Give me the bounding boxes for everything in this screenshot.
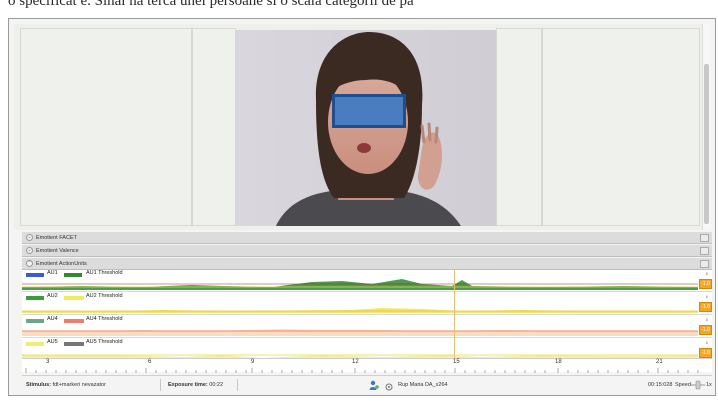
ruler-tick-label: 6 — [148, 359, 152, 365]
au1-value-badge[interactable]: -1.0 — [699, 279, 712, 289]
section-emotient-actionunits[interactable]: ⌃ Emotient ActionUnits — [22, 257, 712, 270]
ruler-tick-label: 12 — [352, 359, 359, 365]
action-unit-tracks: AU1 AU1 Threshold 6 -1.0 AU2 AU2 Thresho… — [22, 270, 712, 362]
caption-strip: o specificat e. Sinal na tercă unei pers… — [0, 0, 718, 20]
stimulus-info: Stimulus: fdt+markeri nevazator — [26, 376, 106, 394]
track-au2[interactable]: AU2 AU2 Threshold 6 -1.0 — [22, 293, 712, 315]
respondent-video-image — [236, 30, 496, 226]
section-label: Emotient FACET — [36, 235, 77, 241]
au2-value-badge[interactable]: -1.0 — [699, 302, 712, 312]
video-panel-left — [20, 28, 192, 226]
au4-signal — [22, 329, 698, 336]
stimulus-value: fdt+markeri nevazator — [52, 382, 106, 388]
video-scrollbar[interactable] — [702, 24, 710, 230]
speed-label: Speed — [675, 382, 691, 388]
au4-value-badge[interactable]: -1.0 — [699, 325, 712, 335]
speed-slider[interactable] — [691, 376, 705, 394]
au1-top-value: 6 — [705, 271, 708, 276]
ruler-tick-label: 18 — [555, 359, 562, 365]
speed-value: 1x — [706, 382, 712, 388]
settings-icon[interactable] — [385, 381, 393, 391]
au1-signal — [22, 279, 698, 290]
exposure-value: 00:22 — [209, 382, 224, 388]
ruler-tick-label: 21 — [656, 359, 663, 365]
track-au4[interactable]: AU4 AU4 Threshold 6 -1.0 — [22, 316, 712, 338]
track-au1[interactable]: AU1 AU1 Threshold 6 -1.0 — [22, 270, 712, 292]
section-emotient-valence[interactable]: ⌄ Emotient Valence — [22, 244, 712, 257]
exposure-label: Exposure time: — [168, 382, 208, 388]
section-headers: ⌄ Emotient FACET ⌄ Emotient Valence ⌃ Emoti… — [22, 231, 712, 270]
chevron-down-icon[interactable]: ⌄ — [26, 247, 33, 255]
au2-signal — [22, 308, 698, 313]
respondent-icon — [369, 380, 379, 390]
au5-top-value: 6 — [705, 340, 708, 345]
divider — [237, 379, 238, 391]
au2-top-value: 6 — [705, 294, 708, 299]
video-panel-left-inner — [192, 28, 236, 226]
ruler-tick-label: 9 — [251, 359, 255, 365]
playhead-line[interactable] — [454, 270, 455, 362]
section-toggle-box[interactable] — [700, 260, 709, 268]
au4-top-value: 6 — [705, 317, 708, 322]
caption-text: o specificat e. Sinal na tercă unei pers… — [8, 0, 414, 9]
chevron-up-icon[interactable]: ⌃ — [26, 260, 33, 268]
video-panel-right — [542, 28, 700, 226]
time-ruler[interactable]: 3 6 9 12 15 18 21 — [22, 358, 712, 373]
divider — [160, 379, 161, 391]
stimulus-label: Stimulus: — [26, 382, 52, 388]
section-label: Emotient Valence — [36, 248, 79, 254]
video-frame[interactable] — [236, 30, 496, 226]
playback-time: 00:15:028 — [648, 382, 673, 388]
section-label: Emotient ActionUnits — [36, 261, 87, 267]
ruler-ticks — [25, 368, 699, 373]
exposure-info: Exposure time: 00:22 — [168, 376, 223, 394]
au5-value-badge[interactable]: -1.0 — [699, 348, 712, 358]
ruler-tick-label: 3 — [46, 359, 50, 365]
section-emotient-facet[interactable]: ⌄ Emotient FACET — [22, 231, 712, 244]
ruler-tick-label: 15 — [453, 359, 460, 365]
au5-signal — [22, 354, 698, 359]
status-bar: Stimulus: fdt+markeri nevazator Exposure… — [22, 375, 712, 393]
scrollbar-thumb[interactable] — [704, 64, 709, 224]
chevron-down-icon[interactable]: ⌄ — [26, 234, 33, 242]
respondent-info[interactable]: Rup Maria DA_x264 — [369, 376, 448, 394]
section-toggle-box[interactable] — [700, 247, 709, 255]
section-toggle-box[interactable] — [700, 234, 709, 242]
respondent-name: Rup Maria DA_x264 — [398, 382, 448, 388]
video-panel-right-inner — [496, 28, 542, 226]
